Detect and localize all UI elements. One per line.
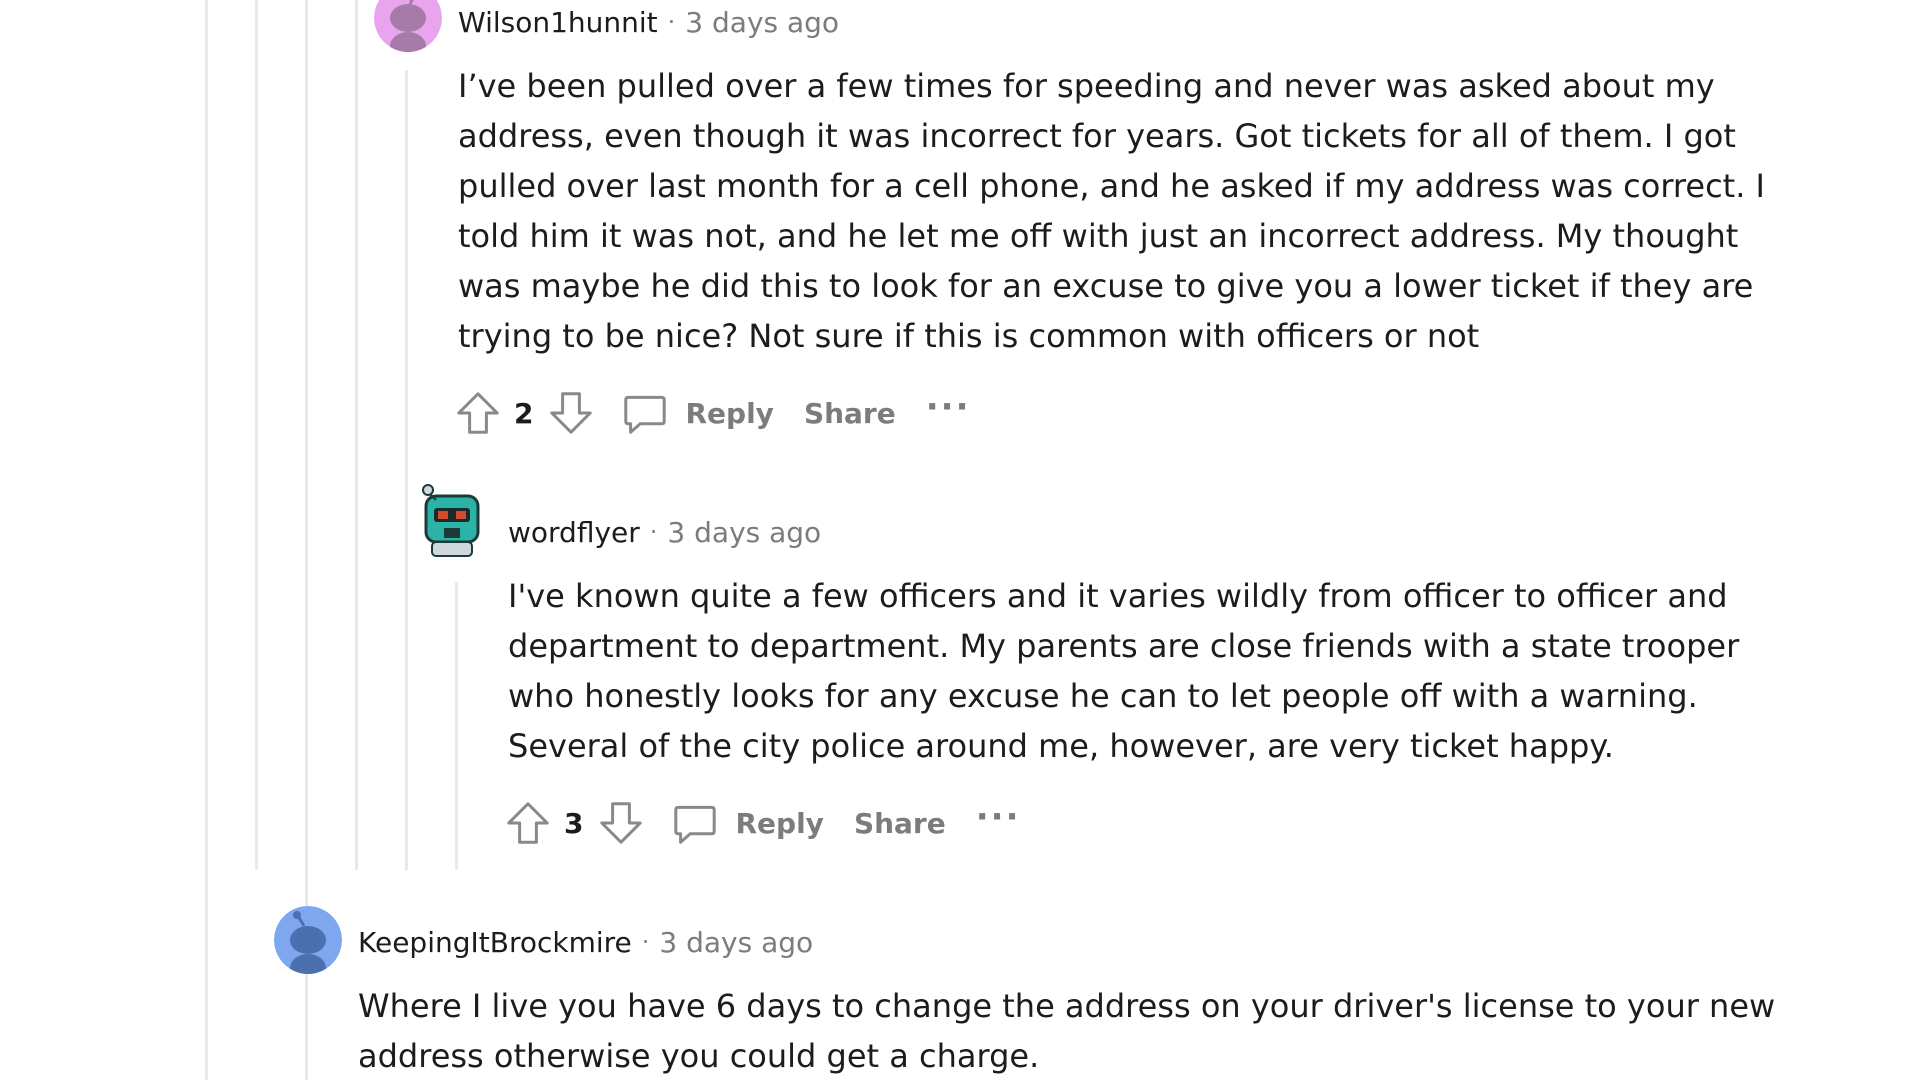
avatar-keepingitbrockmire[interactable]: [274, 906, 342, 974]
comment-body-line: department to department. My parents are…: [508, 627, 1740, 665]
more-options-icon[interactable]: ···: [976, 797, 1021, 837]
username-link[interactable]: KeepingItBrockmire: [358, 926, 632, 959]
avatar-wordflyer[interactable]: [418, 478, 486, 557]
reply-label: Reply: [735, 806, 824, 840]
reply-button[interactable]: Reply: [619, 387, 774, 439]
comment-meta: KeepingItBrockmire · 3 days ago: [358, 922, 813, 962]
share-button[interactable]: Share: [854, 807, 946, 840]
comment-body: Where I live you have 6 days to change t…: [358, 981, 1775, 1080]
speech-bubble-icon: [669, 797, 721, 849]
comment-actions: 2 Reply Share ···: [452, 385, 970, 441]
thread-line-level-0[interactable]: [205, 0, 208, 1080]
downvote-button[interactable]: [545, 387, 597, 439]
vote-count: 3: [564, 806, 584, 840]
thread-line-level-1[interactable]: [255, 0, 258, 870]
comment-timestamp[interactable]: 3 days ago: [685, 6, 839, 39]
comment-body-line: pulled over last month for a cell phone,…: [458, 167, 1765, 205]
comment-timestamp[interactable]: 3 days ago: [667, 516, 821, 549]
meta-separator: ·: [667, 8, 676, 36]
comment-body: I've known quite a few officers and it v…: [508, 571, 1739, 771]
comment-body-line: trying to be nice? Not sure if this is c…: [458, 317, 1480, 355]
meta-separator: ·: [641, 928, 650, 956]
comment-body-line: who honestly looks for any excuse he can…: [508, 677, 1698, 715]
arrow-down-icon: [550, 392, 593, 434]
comment-body-line: I’ve been pulled over a few times for sp…: [458, 67, 1715, 105]
reply-label: Reply: [685, 396, 774, 430]
comment-body-line: told him it was not, and he let me off w…: [458, 217, 1739, 255]
arrow-down-icon: [600, 802, 643, 844]
username-link[interactable]: wordflyer: [508, 516, 640, 549]
username-link[interactable]: Wilson1hunnit: [458, 6, 658, 39]
comment-body-line: Several of the city police around me, ho…: [508, 727, 1614, 765]
share-button[interactable]: Share: [804, 397, 896, 430]
vote-count: 2: [514, 396, 534, 430]
reply-button[interactable]: Reply: [669, 797, 824, 849]
downvote-button[interactable]: [595, 797, 647, 849]
comment-timestamp[interactable]: 3 days ago: [659, 926, 813, 959]
avatar-wilson1hunnit[interactable]: [374, 0, 442, 52]
comment-actions: 3 Reply Share ···: [502, 795, 1020, 851]
snoo-avatar-icon: [374, 0, 442, 52]
comment-body-line: I've known quite a few officers and it v…: [508, 577, 1728, 615]
comment-body-line: Where I live you have 6 days to change t…: [358, 987, 1776, 1025]
comment-thread: Wilson1hunnit · 3 days ago I’ve been pul…: [0, 0, 1920, 1080]
more-options-icon[interactable]: ···: [926, 387, 971, 427]
speech-bubble-icon: [619, 387, 671, 439]
robot-avatar-icon: [422, 484, 480, 557]
upvote-button[interactable]: [502, 797, 554, 849]
comment-body-line: was maybe he did this to look for an exc…: [458, 267, 1754, 305]
thread-line-wordflyer[interactable]: [455, 582, 458, 870]
thread-line-level-3[interactable]: [355, 0, 358, 870]
upvote-button[interactable]: [452, 387, 504, 439]
arrow-up-icon: [507, 802, 549, 844]
meta-separator: ·: [649, 518, 658, 546]
comment-body-line: address, even though it was incorrect fo…: [458, 117, 1736, 155]
comment-body-line: address otherwise you could get a charge…: [358, 1037, 1040, 1075]
thread-line-wilson[interactable]: [405, 70, 408, 870]
comment-meta: Wilson1hunnit · 3 days ago: [458, 2, 839, 42]
arrow-up-icon: [457, 392, 499, 434]
comment-meta: wordflyer · 3 days ago: [508, 512, 821, 552]
comment-body: I’ve been pulled over a few times for sp…: [458, 61, 1765, 361]
snoo-avatar-icon: [274, 906, 342, 974]
